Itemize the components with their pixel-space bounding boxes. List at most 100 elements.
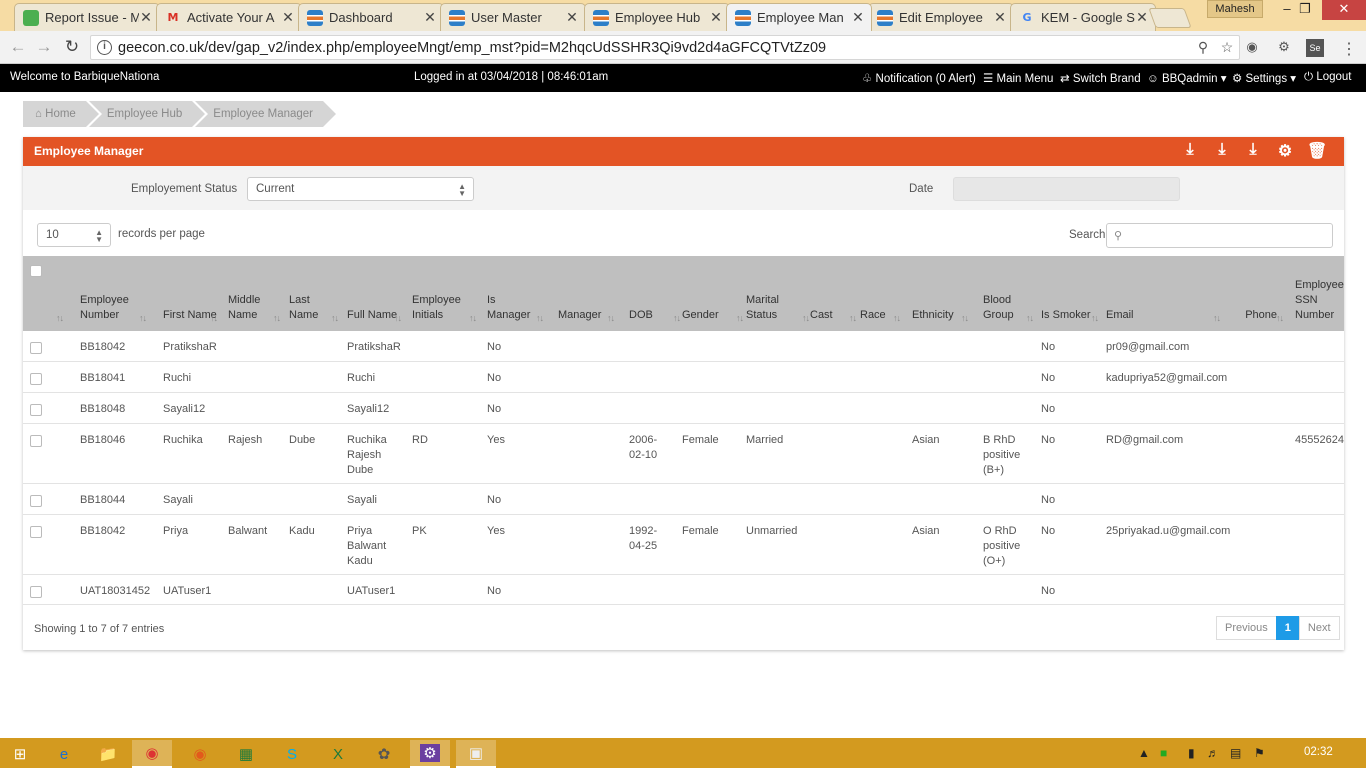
sort-icon[interactable]: ↑↓ bbox=[210, 313, 218, 323]
sort-icon[interactable]: ↑↓ bbox=[802, 313, 810, 323]
breadcrumb-employee-hub[interactable]: Employee Hub bbox=[88, 101, 209, 127]
excel-icon[interactable]: X bbox=[318, 740, 358, 768]
sort-icon[interactable]: ↑↓ bbox=[139, 313, 147, 323]
column-header[interactable]: Marital Status bbox=[746, 293, 796, 323]
close-window-icon[interactable]: ✕ bbox=[1322, 0, 1366, 20]
forward-icon[interactable]: → bbox=[33, 37, 55, 57]
taskbar-clock[interactable]: 02:32 bbox=[1304, 746, 1333, 758]
download-icon[interactable]: ⤓ bbox=[1212, 141, 1232, 161]
row-checkbox[interactable] bbox=[30, 404, 42, 416]
browser-tab[interactable]: Employee Man ✕ bbox=[726, 3, 872, 31]
column-header[interactable]: DOB bbox=[629, 308, 669, 323]
row-checkbox[interactable] bbox=[30, 435, 42, 447]
skype-icon[interactable]: S bbox=[272, 740, 312, 768]
close-tab-icon[interactable]: ✕ bbox=[993, 9, 1007, 26]
maximize-icon[interactable]: ❐ bbox=[1288, 0, 1322, 20]
close-tab-icon[interactable]: ✕ bbox=[709, 9, 723, 26]
back-icon[interactable]: ← bbox=[7, 37, 29, 57]
row-checkbox[interactable] bbox=[30, 342, 42, 354]
url-text[interactable]: geecon.co.uk/dev/gap_v2/index.php/employ… bbox=[118, 40, 1191, 56]
main-menu-link[interactable]: ☰ Main Menu bbox=[983, 71, 1053, 85]
employment-status-select[interactable]: Current ▲ ▼ bbox=[247, 177, 474, 201]
sort-icon[interactable]: ↑↓ bbox=[849, 313, 857, 323]
date-input[interactable] bbox=[953, 177, 1180, 201]
settings-menu[interactable]: ⚙ Settings ▾ bbox=[1232, 71, 1296, 85]
chrome-icon[interactable]: ◉ bbox=[132, 740, 172, 768]
tray-shield-icon[interactable]: ■ bbox=[1160, 746, 1167, 760]
sort-icon[interactable]: ↑↓ bbox=[56, 313, 64, 323]
table-row[interactable]: BB18046 Ruchika Rajesh Dube Ruchika Rajesh D… bbox=[23, 424, 1344, 484]
table-row[interactable]: BB18048 Sayali12 Sayali12 No No bbox=[23, 393, 1344, 424]
page-1-button[interactable]: 1 bbox=[1275, 616, 1300, 640]
close-tab-icon[interactable]: ✕ bbox=[139, 9, 153, 26]
browser-tab[interactable]: Report Issue - M ✕ bbox=[14, 3, 160, 31]
sort-icon[interactable]: ↑↓ bbox=[673, 313, 681, 323]
volume-icon[interactable]: ♬ bbox=[1207, 746, 1219, 760]
action-center-icon[interactable]: ⚑ bbox=[1254, 746, 1265, 760]
column-header[interactable]: Cast bbox=[810, 308, 850, 323]
internet-explorer-icon[interactable]: e bbox=[44, 740, 84, 768]
reload-icon[interactable]: ↻ bbox=[61, 37, 83, 57]
close-tab-icon[interactable]: ✕ bbox=[851, 9, 865, 26]
extension-se-icon[interactable]: Se bbox=[1306, 39, 1324, 57]
sort-icon[interactable]: ↑↓ bbox=[469, 313, 477, 323]
download-icon[interactable]: ⤓ bbox=[1243, 141, 1263, 161]
table-row[interactable]: BB18041 Ruchi Ruchi No No kadupriya52@gmail.c… bbox=[23, 362, 1344, 393]
column-header[interactable]: Is Manager bbox=[487, 293, 537, 323]
column-header[interactable]: Email bbox=[1106, 308, 1226, 323]
records-per-page-select[interactable]: 10 ▲ ▼ bbox=[37, 223, 111, 247]
spreadsheet-icon[interactable]: ▦ bbox=[226, 740, 266, 768]
next-page-button[interactable]: Next bbox=[1298, 616, 1340, 640]
column-header[interactable]: Employee Number bbox=[80, 293, 140, 323]
logout-link[interactable]: ⏻ Logout bbox=[1304, 71, 1352, 84]
column-header[interactable]: Middle Name bbox=[228, 293, 278, 323]
sort-icon[interactable]: ↑↓ bbox=[1276, 313, 1284, 323]
row-checkbox[interactable] bbox=[30, 526, 42, 538]
table-row[interactable]: UAT18031452 UATuser1 UATuser1 No No bbox=[23, 575, 1344, 605]
browser-tab[interactable]: Dashboard ✕ bbox=[298, 3, 444, 31]
network-icon[interactable]: ▤ bbox=[1230, 746, 1241, 760]
sort-icon[interactable]: ↑↓ bbox=[394, 313, 402, 323]
tray-chevron-icon[interactable]: ▲ bbox=[1138, 746, 1150, 760]
extension-gear-icon[interactable]: ⚙ bbox=[1275, 39, 1293, 57]
sort-icon[interactable]: ↑↓ bbox=[1026, 313, 1034, 323]
user-menu[interactable]: ☺ BBQadmin ▾ bbox=[1147, 71, 1227, 85]
notification-link[interactable]: ♧ Notification (0 Alert) bbox=[862, 71, 976, 85]
search-input[interactable]: ⚲ bbox=[1106, 223, 1333, 248]
app-window-icon[interactable]: ▣ bbox=[456, 740, 496, 768]
sort-icon[interactable]: ↑↓ bbox=[607, 313, 615, 323]
download-icon[interactable]: ⤓ bbox=[1180, 141, 1200, 161]
sort-icon[interactable]: ↑↓ bbox=[273, 313, 281, 323]
close-tab-icon[interactable]: ✕ bbox=[423, 9, 437, 26]
sort-icon[interactable]: ↑↓ bbox=[536, 313, 544, 323]
zoom-icon[interactable]: ⚲ bbox=[1191, 39, 1215, 56]
switch-brand-link[interactable]: ⇄ Switch Brand bbox=[1060, 71, 1141, 85]
select-all-checkbox[interactable] bbox=[30, 265, 42, 277]
sort-icon[interactable]: ↑↓ bbox=[1213, 313, 1221, 323]
new-tab-button[interactable] bbox=[1148, 8, 1192, 28]
sort-icon[interactable]: ↑↓ bbox=[961, 313, 969, 323]
column-header[interactable]: Employee Initials bbox=[412, 293, 472, 323]
table-row[interactable]: BB18042 PratikshaR PratikshaR No No pr09@gmai… bbox=[23, 331, 1344, 362]
sort-icon[interactable]: ↑↓ bbox=[331, 313, 339, 323]
table-row[interactable]: BB18042 Priya Balwant Kadu Priya Balwant Kad… bbox=[23, 515, 1344, 575]
file-explorer-icon[interactable]: 📁 bbox=[88, 740, 128, 768]
bookmark-star-icon[interactable]: ☆ bbox=[1215, 39, 1239, 56]
browser-tab[interactable]: Employee Hub ✕ bbox=[584, 3, 730, 31]
sort-icon[interactable]: ↑↓ bbox=[736, 313, 744, 323]
column-header[interactable]: Employee SSN Number bbox=[1295, 278, 1345, 323]
browser-tab[interactable]: Edit Employee ✕ bbox=[868, 3, 1014, 31]
browser-tab[interactable]: User Master ✕ bbox=[440, 3, 586, 31]
windows-start-icon[interactable]: ⊞ bbox=[0, 740, 40, 768]
gear-icon[interactable]: ⚙ bbox=[1275, 141, 1295, 161]
close-tab-icon[interactable]: ✕ bbox=[565, 9, 579, 26]
close-tab-icon[interactable]: ✕ bbox=[281, 9, 295, 26]
battery-icon[interactable]: ▮ bbox=[1188, 746, 1195, 760]
paint-icon[interactable]: ✿ bbox=[364, 740, 404, 768]
firefox-icon[interactable]: ◉ bbox=[180, 740, 220, 768]
sort-icon[interactable]: ↑↓ bbox=[893, 313, 901, 323]
column-header[interactable]: Gender bbox=[682, 308, 732, 323]
browser-tab[interactable]: G KEM - Google S ✕ bbox=[1010, 3, 1156, 31]
column-header[interactable]: Manager bbox=[558, 308, 608, 323]
column-header[interactable]: Is Smoker bbox=[1041, 308, 1091, 323]
